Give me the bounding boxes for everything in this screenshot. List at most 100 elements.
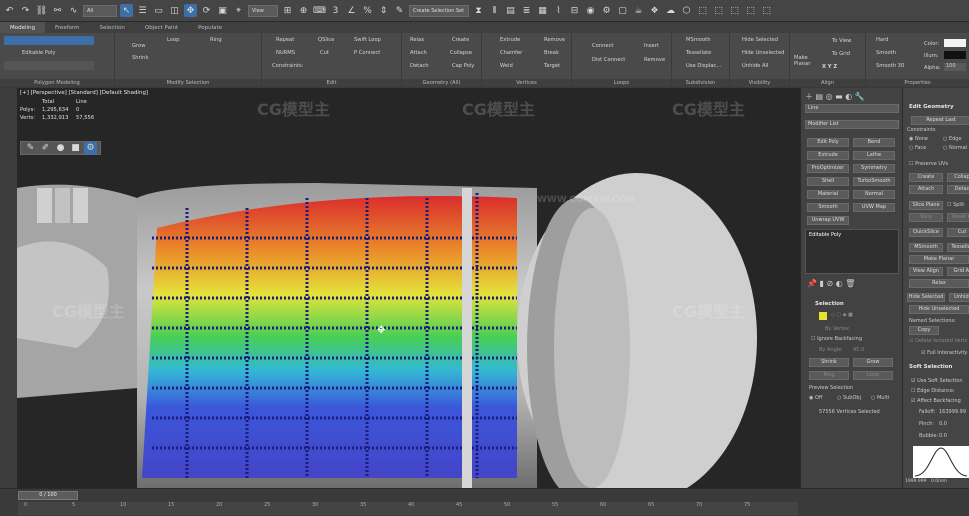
settings-icon[interactable]: ⚙: [84, 141, 97, 155]
tab-freeform[interactable]: Freeform: [45, 22, 90, 33]
cap-poly-button[interactable]: Cap Poly: [452, 63, 474, 69]
make-planar-geo-button[interactable]: Make Planar: [909, 255, 969, 264]
select-object-icon[interactable]: ↖: [120, 4, 133, 17]
create-button[interactable]: Create: [452, 37, 469, 43]
preview-off-radio[interactable]: ◉ Off: [809, 395, 822, 401]
grid-align-button[interactable]: Grid Al: [947, 267, 969, 276]
make-planar-button[interactable]: Make Planar: [794, 55, 812, 67]
selection-set-dropdown[interactable]: Create Selection Set: [409, 4, 469, 17]
curve-editor-icon[interactable]: ⌇: [552, 4, 565, 17]
color-swatch[interactable]: [944, 39, 966, 47]
qslice-button[interactable]: QSlice: [318, 37, 334, 43]
extrude-button[interactable]: Extrude: [500, 37, 520, 43]
material-editor-icon[interactable]: ◉: [584, 4, 597, 17]
rotate-icon[interactable]: ⟳: [200, 4, 213, 17]
copy-named-button[interactable]: Copy: [909, 326, 939, 335]
shrink-sel-button[interactable]: Shrink: [809, 358, 849, 367]
vertex-mode-icon[interactable]: [819, 312, 827, 320]
pinch-spinner[interactable]: 0.0: [939, 421, 947, 427]
by-vertex-checkbox[interactable]: By Vertex: [825, 326, 849, 332]
a360-render-icon[interactable]: ☁: [664, 4, 677, 17]
mirror-icon[interactable]: ⧗: [472, 4, 485, 17]
reset-plane-button[interactable]: Reset Pl: [947, 213, 969, 222]
window-crossing-icon[interactable]: ◫: [168, 4, 181, 17]
split-checkbox[interactable]: ☐ Split: [947, 202, 964, 208]
dist-connect-button[interactable]: Dist Connect: [592, 57, 625, 63]
p-connect-button[interactable]: P Connect: [354, 50, 380, 56]
scene-explorer-icon[interactable]: ▤: [504, 4, 517, 17]
extra-icon-2[interactable]: ⬚: [712, 4, 725, 17]
edit-geometry-title[interactable]: Edit Geometry: [909, 104, 954, 110]
cut-button[interactable]: Cut: [320, 50, 329, 56]
cut-geo-button[interactable]: Cut: [947, 228, 969, 237]
by-angle-checkbox[interactable]: By Angle:: [819, 347, 843, 353]
attach-geo-button[interactable]: Attach: [909, 185, 943, 194]
normal-mod-button[interactable]: Normal: [853, 190, 895, 199]
shell-button[interactable]: Shell: [807, 177, 849, 186]
relax-button[interactable]: Relax: [410, 37, 424, 43]
ring-button[interactable]: Ring: [210, 37, 222, 43]
attach-button[interactable]: Attach: [410, 50, 427, 56]
weld-button[interactable]: Weld: [500, 63, 513, 69]
turbosmooth-button[interactable]: TurboSmooth: [853, 177, 895, 186]
insert-button[interactable]: Insert: [644, 43, 659, 49]
edit-poly-button[interactable]: Edit Poly: [807, 138, 849, 147]
box-icon[interactable]: ■: [69, 142, 82, 155]
hide-unselected-geo-button[interactable]: Hide Unselected: [909, 305, 969, 314]
affect-backfacing-checkbox[interactable]: ☑ Affect Backfacing: [911, 398, 961, 404]
undo-icon[interactable]: ↶: [3, 4, 16, 17]
chamfer-button[interactable]: Chamfer: [500, 50, 522, 56]
break-button[interactable]: Break: [544, 50, 559, 56]
link-icon[interactable]: ⛓: [35, 4, 48, 17]
hard-button[interactable]: Hard: [876, 37, 888, 43]
subobject-icons[interactable]: ◇ ▢ ◆ ■: [831, 312, 853, 318]
edit-named-sel-icon[interactable]: ✎: [393, 4, 406, 17]
perspective-viewport[interactable]: ✥ [+] [Perspective] [Standard] [Default …: [17, 88, 800, 488]
to-view-button[interactable]: To View: [832, 38, 851, 44]
move-icon[interactable]: ✥: [184, 4, 197, 17]
collapse-button[interactable]: Collapse: [450, 50, 472, 56]
target-button[interactable]: Target: [544, 63, 560, 69]
by-angle-value[interactable]: 45.0: [853, 347, 864, 353]
loop-sel-button[interactable]: Loop: [853, 371, 893, 380]
smooth-button[interactable]: Smooth: [876, 50, 896, 56]
tessellate-geo-button[interactable]: Tessellat: [947, 243, 969, 252]
tessellate-button[interactable]: Tessellate: [686, 50, 711, 56]
render-iterative-icon[interactable]: ❖: [648, 4, 661, 17]
lathe-button[interactable]: Lathe: [853, 151, 895, 160]
grow-sel-button[interactable]: Grow: [853, 358, 893, 367]
viewport-scene[interactable]: ✥: [17, 88, 800, 488]
redo-icon[interactable]: ↷: [19, 4, 32, 17]
repeat-button[interactable]: Repeat: [276, 37, 294, 43]
delete-isolated-checkbox[interactable]: ☑ Delete Isolated Verts: [909, 338, 967, 344]
remove-loop-button[interactable]: Remove: [644, 57, 665, 63]
pivot-icon[interactable]: ⊞: [281, 4, 294, 17]
rendered-frame-icon[interactable]: ▢: [616, 4, 629, 17]
constraint-face-radio[interactable]: ○ Face: [909, 145, 926, 151]
swift-loop-button[interactable]: Swift Loop: [354, 37, 381, 43]
ref-coord-dropdown[interactable]: View: [248, 4, 278, 17]
repeat-last-button[interactable]: Repeat Last: [911, 116, 969, 125]
symmetry-button[interactable]: Symmetry: [853, 164, 895, 173]
xyz-align-buttons[interactable]: X Y Z: [822, 64, 837, 70]
time-slider[interactable]: 0 / 100: [18, 491, 78, 500]
modify-mode-icons[interactable]: [4, 61, 94, 70]
modifier-list-dropdown[interactable]: Modifier List: [805, 120, 899, 129]
full-interactivity-checkbox[interactable]: ☑ Full Interactivity: [921, 350, 967, 356]
to-grid-button[interactable]: To Grid: [832, 51, 850, 57]
spinner-snap-icon[interactable]: ⇕: [377, 4, 390, 17]
extrude-mod-button[interactable]: Extrude: [807, 151, 849, 160]
hide-selected-geo-button[interactable]: Hide Selected: [907, 293, 945, 302]
smooth-mod-button[interactable]: Smooth: [807, 203, 849, 212]
align-icon[interactable]: ⫴: [488, 4, 501, 17]
unhide-all-button[interactable]: Unhide All: [742, 63, 768, 69]
bend-button[interactable]: Bend: [853, 138, 895, 147]
layer-explorer-icon[interactable]: ≣: [520, 4, 533, 17]
selection-rollout-title[interactable]: Selection: [815, 301, 844, 307]
stack-item-editable-poly[interactable]: Editable Poly: [809, 232, 841, 238]
unhide-geo-button[interactable]: Unhide: [949, 293, 969, 302]
bubble-spinner[interactable]: 0.0: [939, 433, 947, 439]
keyboard-shortcut-icon[interactable]: ⌨: [313, 4, 326, 17]
ignore-backfacing-checkbox[interactable]: ☐ Ignore Backfacing: [811, 336, 862, 342]
place-icon[interactable]: ⌖: [232, 4, 245, 17]
